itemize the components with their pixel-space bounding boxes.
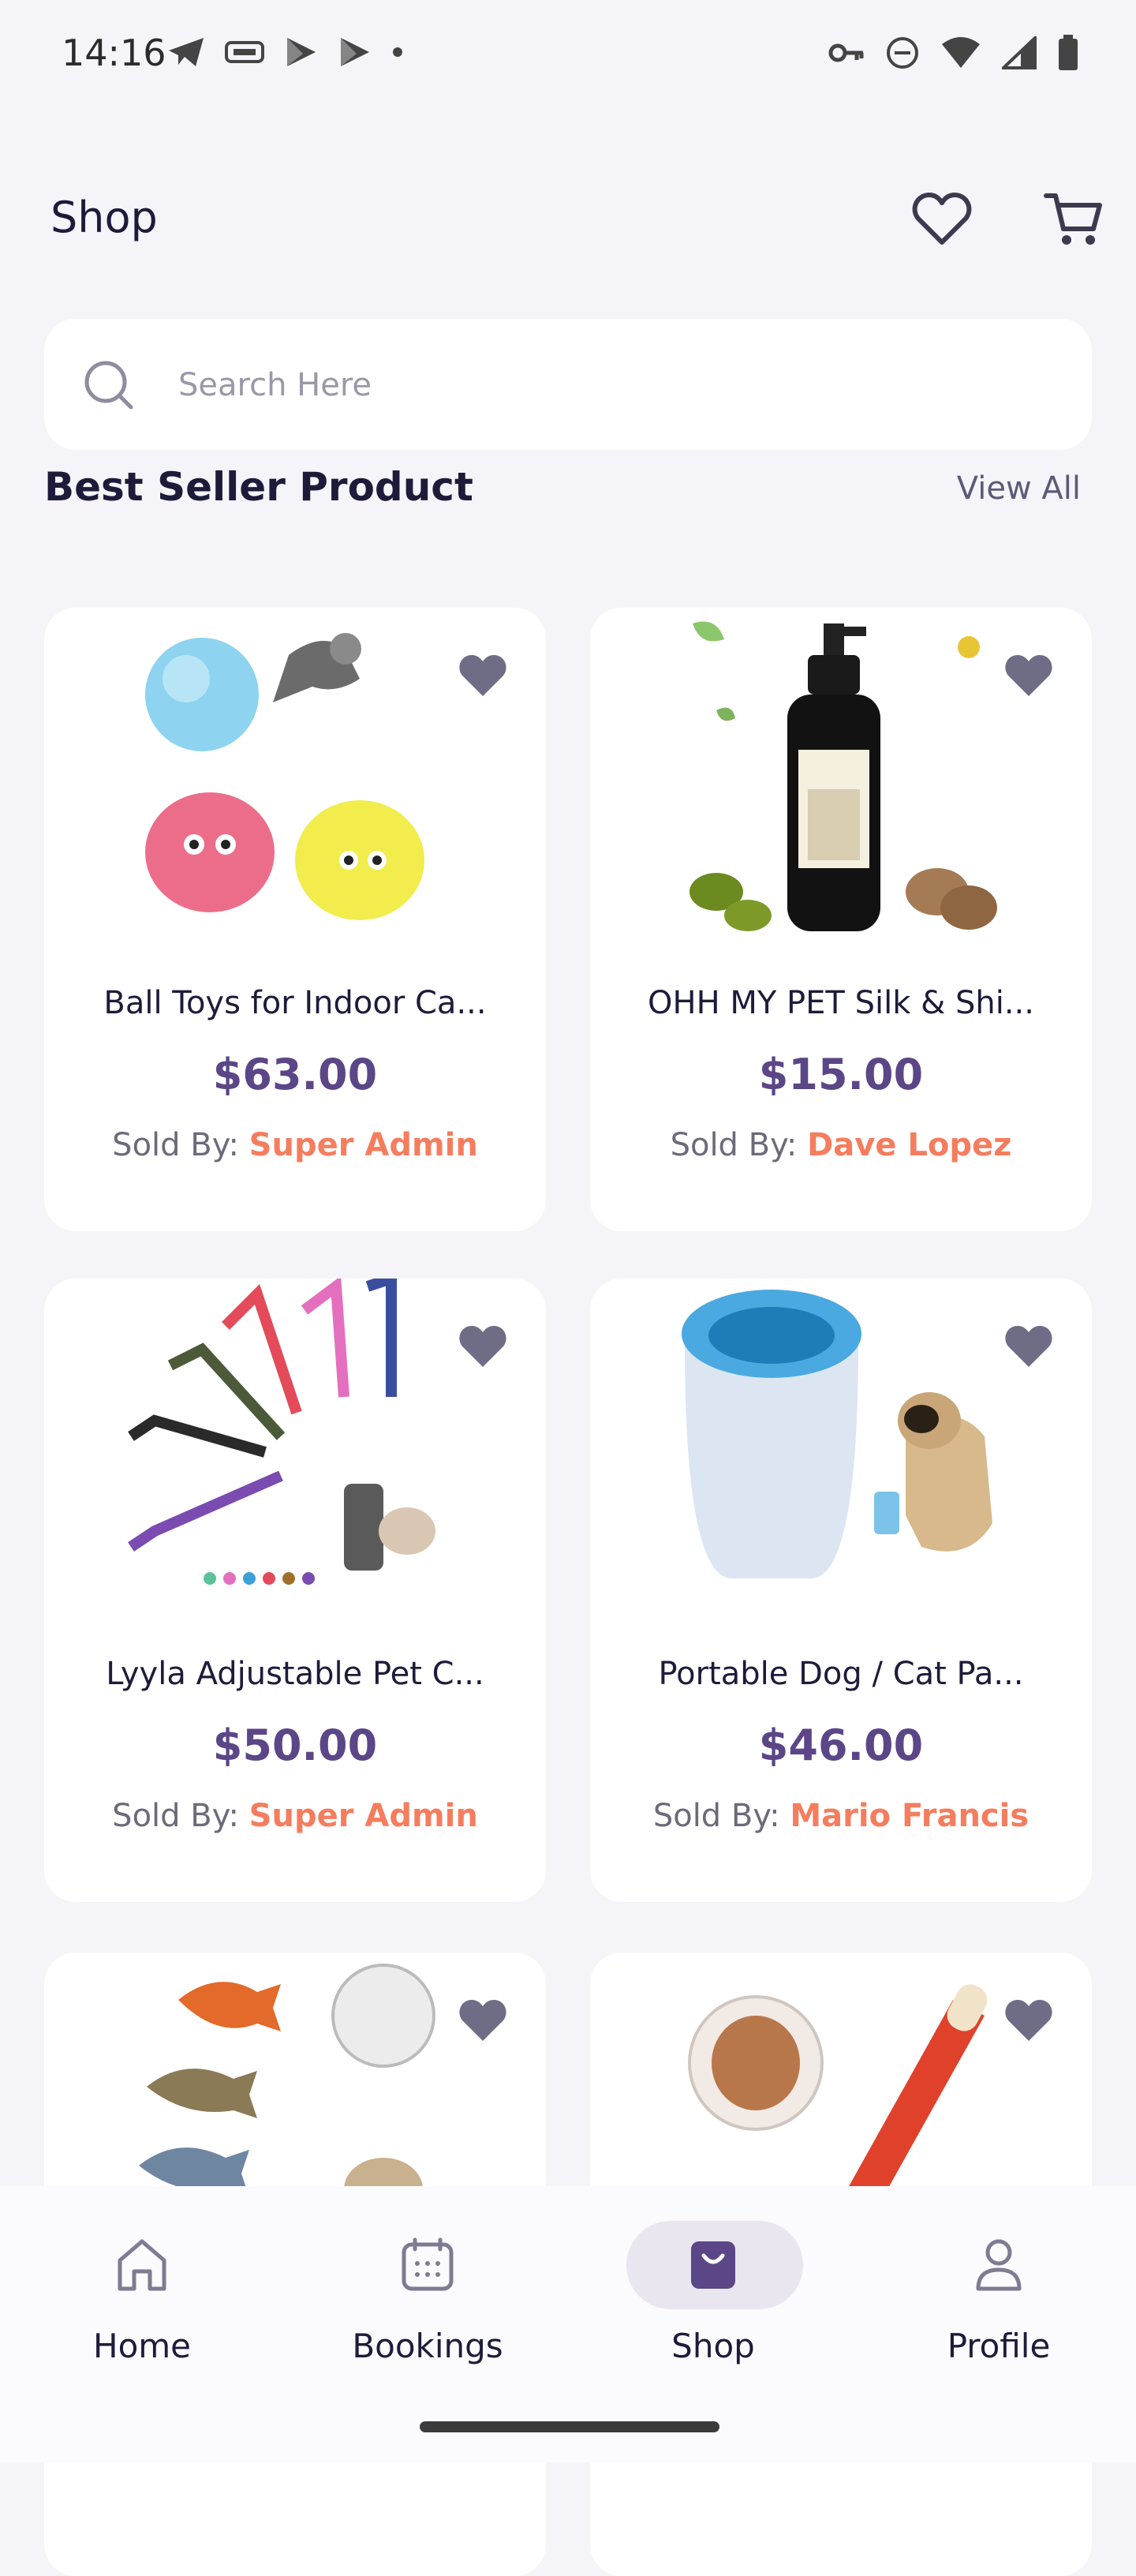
nav-item-profile[interactable]: Profile	[857, 2186, 1136, 2407]
product-seller: Sold By: Super Admin	[44, 1798, 546, 1834]
product-image	[669, 608, 1013, 939]
status-bar: 14:16	[0, 0, 1136, 118]
cart-button[interactable]	[1040, 186, 1106, 253]
key-icon	[828, 43, 864, 62]
product-card[interactable]: OHH MY PET Silk & Shi... $15.00 Sold By:…	[590, 608, 1092, 1231]
product-card[interactable]: Portable Dog / Cat Pa... $46.00 Sold By:…	[590, 1279, 1092, 1902]
play-store-icon	[287, 38, 316, 66]
play-store-icon	[341, 38, 369, 66]
favorite-icon[interactable]	[458, 1323, 508, 1370]
nav-label: Shop	[671, 2327, 755, 2365]
favorite-icon[interactable]	[1003, 1323, 1054, 1370]
vpn-key-card-icon	[225, 41, 264, 63]
favorite-icon[interactable]	[458, 652, 508, 699]
person-icon	[976, 2239, 1022, 2291]
heart-outline-icon	[912, 193, 972, 245]
seller-name[interactable]: Mario Francis	[790, 1798, 1029, 1834]
nav-label: Profile	[947, 2327, 1051, 2365]
battery-icon	[1059, 35, 1078, 70]
nav-item-home[interactable]: Home	[0, 2186, 284, 2407]
seller-label: Sold By:	[112, 1798, 249, 1834]
product-image	[123, 1279, 467, 1610]
nav-label: Home	[92, 2327, 192, 2365]
status-time: 14:16	[62, 32, 166, 74]
notification-icons	[167, 36, 404, 68]
product-name: Ball Toys for Indoor Ca...	[103, 985, 487, 1021]
product-name: OHH MY PET Silk & Shi...	[648, 985, 1034, 1021]
dot-icon	[393, 47, 402, 57]
product-card[interactable]: Lyyla Adjustable Pet C... $50.00 Sold By…	[44, 1279, 546, 1902]
product-name: Lyyla Adjustable Pet C...	[106, 1656, 484, 1692]
shopping-bag-icon	[691, 2241, 735, 2289]
search-box[interactable]	[44, 319, 1092, 450]
product-price: $63.00	[212, 1050, 378, 1099]
seller-name[interactable]: Dave Lopez	[807, 1127, 1011, 1163]
product-name: Portable Dog / Cat Pa...	[658, 1656, 1024, 1692]
pet-leash-image	[128, 1279, 435, 1585]
home-icon	[118, 2239, 166, 2291]
telegram-icon	[169, 38, 204, 66]
nav-item-shop[interactable]: Shop	[571, 2186, 855, 2407]
signal-icon	[1002, 36, 1037, 69]
nav-label: Bookings	[352, 2327, 503, 2365]
nav-item-bookings[interactable]: Bookings	[286, 2186, 570, 2407]
product-image	[123, 608, 467, 939]
view-all-link[interactable]: View All	[957, 470, 1081, 507]
product-price: $15.00	[758, 1050, 924, 1099]
ball-toys-image	[145, 633, 424, 920]
app-header: Shop	[0, 158, 1136, 284]
seller-name[interactable]: Super Admin	[249, 1798, 478, 1834]
wishlist-button[interactable]	[909, 186, 975, 253]
favorite-icon[interactable]	[458, 1997, 508, 2044]
seller-label: Sold By:	[670, 1127, 808, 1163]
seller-label: Sold By:	[652, 1798, 790, 1834]
search-icon	[84, 361, 133, 410]
do-not-disturb-icon	[887, 37, 918, 69]
calendar-icon	[402, 2237, 454, 2291]
search-input[interactable]	[177, 350, 1048, 420]
product-seller: Sold By: Mario Francis	[590, 1798, 1092, 1834]
paw-cleaner-image	[682, 1290, 992, 1578]
system-icons	[828, 35, 1079, 71]
favorite-icon[interactable]	[1003, 1997, 1054, 2044]
seller-label: Sold By:	[112, 1127, 249, 1163]
home-indicator[interactable]	[420, 2421, 719, 2432]
section-title: Best Seller Product	[44, 464, 473, 510]
product-price: $46.00	[758, 1720, 924, 1770]
product-seller: Sold By: Dave Lopez	[590, 1127, 1092, 1163]
favorite-icon[interactable]	[1003, 652, 1054, 699]
product-image	[669, 1279, 1013, 1610]
cart-icon	[1044, 193, 1102, 245]
product-card[interactable]: Ball Toys for Indoor Ca... $63.00 Sold B…	[44, 608, 546, 1231]
product-price: $50.00	[212, 1720, 378, 1770]
page-title: Shop	[50, 193, 158, 242]
seller-name[interactable]: Super Admin	[249, 1127, 478, 1163]
wifi-icon	[942, 37, 980, 68]
product-seller: Sold By: Super Admin	[44, 1127, 546, 1163]
shampoo-bottle-image	[689, 621, 997, 931]
